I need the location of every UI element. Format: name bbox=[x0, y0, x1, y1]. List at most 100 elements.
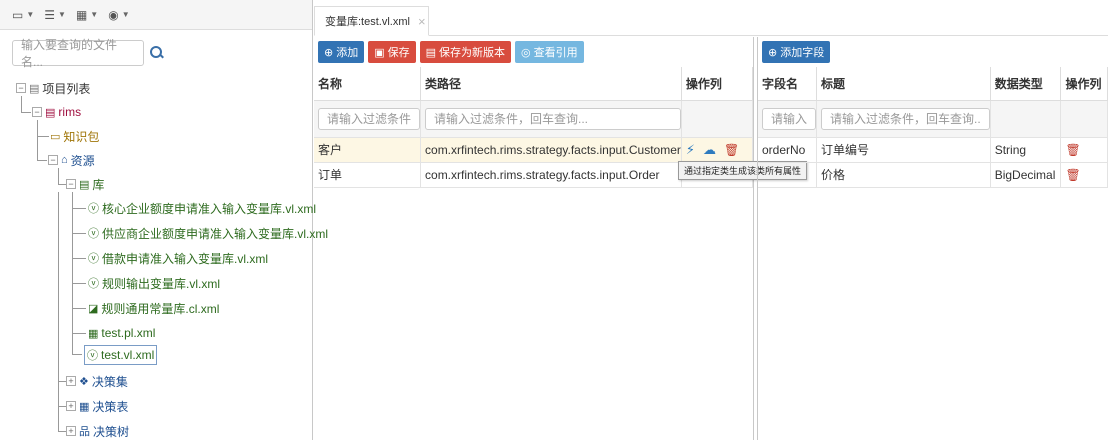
class-toolbar: ⊕ 添加 ▣ 保存 ▤ 保存为新版本 ◎ 查看引用 bbox=[314, 37, 753, 67]
tree-node-library[interactable]: − ▤ 库 bbox=[66, 174, 104, 194]
tree-node-knowledge[interactable]: ▭ 知识包 bbox=[50, 126, 99, 146]
save-button-label: 保存 bbox=[387, 47, 410, 59]
cell-class-path: com.xrfintech.rims.strategy.facts.input.… bbox=[420, 162, 682, 188]
filter-row: 请输入过滤条件 请输入过滤条件，回车查询... bbox=[314, 100, 754, 138]
save-new-icon: ▤ bbox=[425, 46, 437, 59]
eye-icon: ◎ bbox=[521, 46, 531, 59]
cloud-upload-icon[interactable]: ☁ bbox=[703, 142, 716, 158]
col-header-ops: 操作列 bbox=[1060, 67, 1108, 101]
globe-dropdown[interactable]: ◉ ▼ bbox=[108, 8, 129, 22]
tree-file-label: 规则通用常量库.cl.xml bbox=[101, 301, 220, 316]
col-header-ops: 操作列 bbox=[681, 67, 754, 101]
tree-file-item[interactable]: ⓥ 借款申请准入输入变量库.vl.xml bbox=[88, 248, 268, 268]
chevron-down-icon: ▼ bbox=[121, 10, 130, 19]
collapse-icon[interactable]: − bbox=[66, 179, 76, 189]
tree-node-project[interactable]: − ▤ rims bbox=[32, 102, 81, 122]
close-icon[interactable]: × bbox=[418, 14, 426, 29]
tree-icon: 品 bbox=[79, 426, 90, 438]
bank-icon: ⌂ bbox=[61, 154, 68, 166]
collapse-icon[interactable]: − bbox=[16, 83, 26, 93]
tree-file-label: 供应商企业额度申请准入输入变量库.vl.xml bbox=[102, 226, 328, 241]
tree-file-label: test.pl.xml bbox=[101, 326, 156, 340]
tree-file-item[interactable]: ⓥ 规则输出变量库.vl.xml bbox=[88, 273, 220, 293]
field-filter-input[interactable]: 请输入 bbox=[762, 107, 817, 130]
chevron-down-icon: ▼ bbox=[90, 10, 99, 19]
cell-ops: 🗑 bbox=[1060, 137, 1108, 163]
tree-node-root[interactable]: − ▤ 项目列表 bbox=[16, 78, 90, 98]
cell-type: String bbox=[990, 137, 1062, 163]
col-header-class-path[interactable]: 类路径 bbox=[420, 67, 682, 101]
tree-file-item[interactable]: ◪ 规则通用常量库.cl.xml bbox=[88, 298, 219, 318]
database-icon: ▤ bbox=[79, 178, 90, 191]
tree-file-item[interactable]: ⓥ 核心企业额度申请准入输入变量库.vl.xml bbox=[88, 198, 316, 218]
editor-tabbar: 变量库:test.vl.xml × bbox=[314, 0, 1108, 36]
save-icon: ▣ bbox=[374, 46, 385, 59]
app-window: ▭ ▼ ☰ ▼ ▦ ▼ ◉ ▼ 输入要查询的文件名... − ▤ 项目列表 − … bbox=[0, 0, 1108, 440]
cell-field: orderNo bbox=[758, 137, 818, 163]
trash-icon[interactable]: 🗑 bbox=[1065, 168, 1080, 182]
table-row[interactable]: 客户 com.xrfintech.rims.strategy.facts.inp… bbox=[314, 137, 754, 163]
add-button[interactable]: ⊕ 添加 bbox=[318, 41, 365, 63]
list-icon: ▤ bbox=[29, 82, 40, 95]
tree-file-item[interactable]: ⓥ 供应商企业额度申请准入输入变量库.vl.xml bbox=[88, 223, 328, 243]
trash-icon[interactable]: 🗑 bbox=[1065, 143, 1080, 157]
save-button[interactable]: ▣ 保存 bbox=[368, 41, 416, 63]
tree-node-resources[interactable]: − ⌂ 资源 bbox=[48, 150, 95, 170]
tree-node-label: 决策集 bbox=[91, 374, 128, 389]
add-field-button[interactable]: ⊕ 添加字段 bbox=[762, 41, 831, 63]
variable-icon: ⓥ bbox=[87, 350, 98, 362]
col-header-title[interactable]: 标题 bbox=[816, 67, 991, 101]
collapse-icon[interactable]: − bbox=[32, 107, 42, 117]
monitor-dropdown[interactable]: ▭ ▼ bbox=[12, 8, 34, 22]
expand-icon[interactable]: + bbox=[66, 401, 76, 411]
save-new-version-button[interactable]: ▤ 保存为新版本 bbox=[419, 41, 512, 63]
tree-file-item-selected[interactable]: ⓥ test.vl.xml bbox=[84, 345, 158, 365]
cell-title: 订单编号 bbox=[816, 137, 991, 163]
collapse-icon[interactable]: − bbox=[48, 155, 58, 165]
table-row[interactable]: orderNo 订单编号 String 🗑 bbox=[758, 137, 1108, 163]
file-search-input[interactable]: 输入要查询的文件名... bbox=[12, 38, 144, 69]
trash-icon[interactable]: 🗑 bbox=[724, 143, 739, 157]
filter-cell: 请输入过滤条件，回车查询.. bbox=[816, 100, 991, 138]
file-tree-panel: ▭ ▼ ☰ ▼ ▦ ▼ ◉ ▼ 输入要查询的文件名... − ▤ 项目列表 − … bbox=[0, 0, 328, 440]
view-ref-button-label: 查看引用 bbox=[533, 47, 578, 59]
view-references-button[interactable]: ◎ 查看引用 bbox=[515, 41, 584, 63]
filter-row: 请输入 请输入过滤条件，回车查询.. bbox=[758, 100, 1108, 138]
variable-icon: ⓥ bbox=[88, 253, 99, 265]
tree-node-decision-table[interactable]: + ▦ 决策表 bbox=[66, 396, 128, 416]
tab-test-vl[interactable]: 变量库:test.vl.xml × bbox=[314, 6, 429, 36]
tree-node-label: rims bbox=[58, 105, 82, 119]
plus-circle-icon: ⊕ bbox=[768, 46, 778, 59]
field-toolbar: ⊕ 添加字段 bbox=[758, 37, 1108, 67]
col-header-type[interactable]: 数据类型 bbox=[990, 67, 1062, 101]
globe-icon: ◉ bbox=[108, 7, 119, 22]
col-header-field[interactable]: 字段名 bbox=[758, 67, 818, 101]
table-header-row: 字段名 标题 数据类型 操作列 bbox=[758, 67, 1108, 101]
filter-cell: 请输入 bbox=[758, 100, 818, 138]
title-filter-input[interactable]: 请输入过滤条件，回车查询.. bbox=[821, 107, 990, 130]
project-icon: ▤ bbox=[45, 106, 56, 119]
tree-node-label: 库 bbox=[92, 177, 105, 192]
variable-icon: ⓥ bbox=[88, 278, 99, 290]
expand-icon[interactable]: + bbox=[66, 376, 76, 386]
col-header-name[interactable]: 名称 bbox=[314, 67, 422, 101]
name-filter-input[interactable]: 请输入过滤条件 bbox=[318, 107, 421, 130]
expand-icon[interactable]: + bbox=[66, 426, 76, 436]
bolt-icon[interactable]: ⚡ bbox=[686, 142, 695, 158]
grid-dropdown[interactable]: ▦ ▼ bbox=[76, 8, 98, 22]
path-filter-input[interactable]: 请输入过滤条件，回车查询... bbox=[425, 107, 681, 130]
tree-file-label: test.vl.xml bbox=[101, 348, 155, 362]
filter-cell bbox=[990, 100, 1062, 138]
table-row[interactable]: 价格 BigDecimal 🗑 bbox=[758, 162, 1108, 188]
table-icon: ▦ bbox=[79, 400, 90, 413]
tree-node-label: 资源 bbox=[70, 153, 95, 168]
search-icon[interactable] bbox=[150, 46, 164, 60]
variable-icon: ⓥ bbox=[88, 228, 99, 240]
tree-node-decision-tree[interactable]: + 品 决策树 bbox=[66, 421, 129, 440]
tree-file-item[interactable]: ▦ test.pl.xml bbox=[88, 323, 155, 343]
tree-node-decision-set[interactable]: + ❖ 决策集 bbox=[66, 371, 128, 391]
table-header-row: 名称 类路径 操作列 bbox=[314, 67, 754, 101]
constant-icon: ◪ bbox=[88, 302, 99, 315]
list-icon: ☰ bbox=[44, 7, 56, 22]
list-dropdown[interactable]: ☰ ▼ bbox=[44, 8, 66, 22]
